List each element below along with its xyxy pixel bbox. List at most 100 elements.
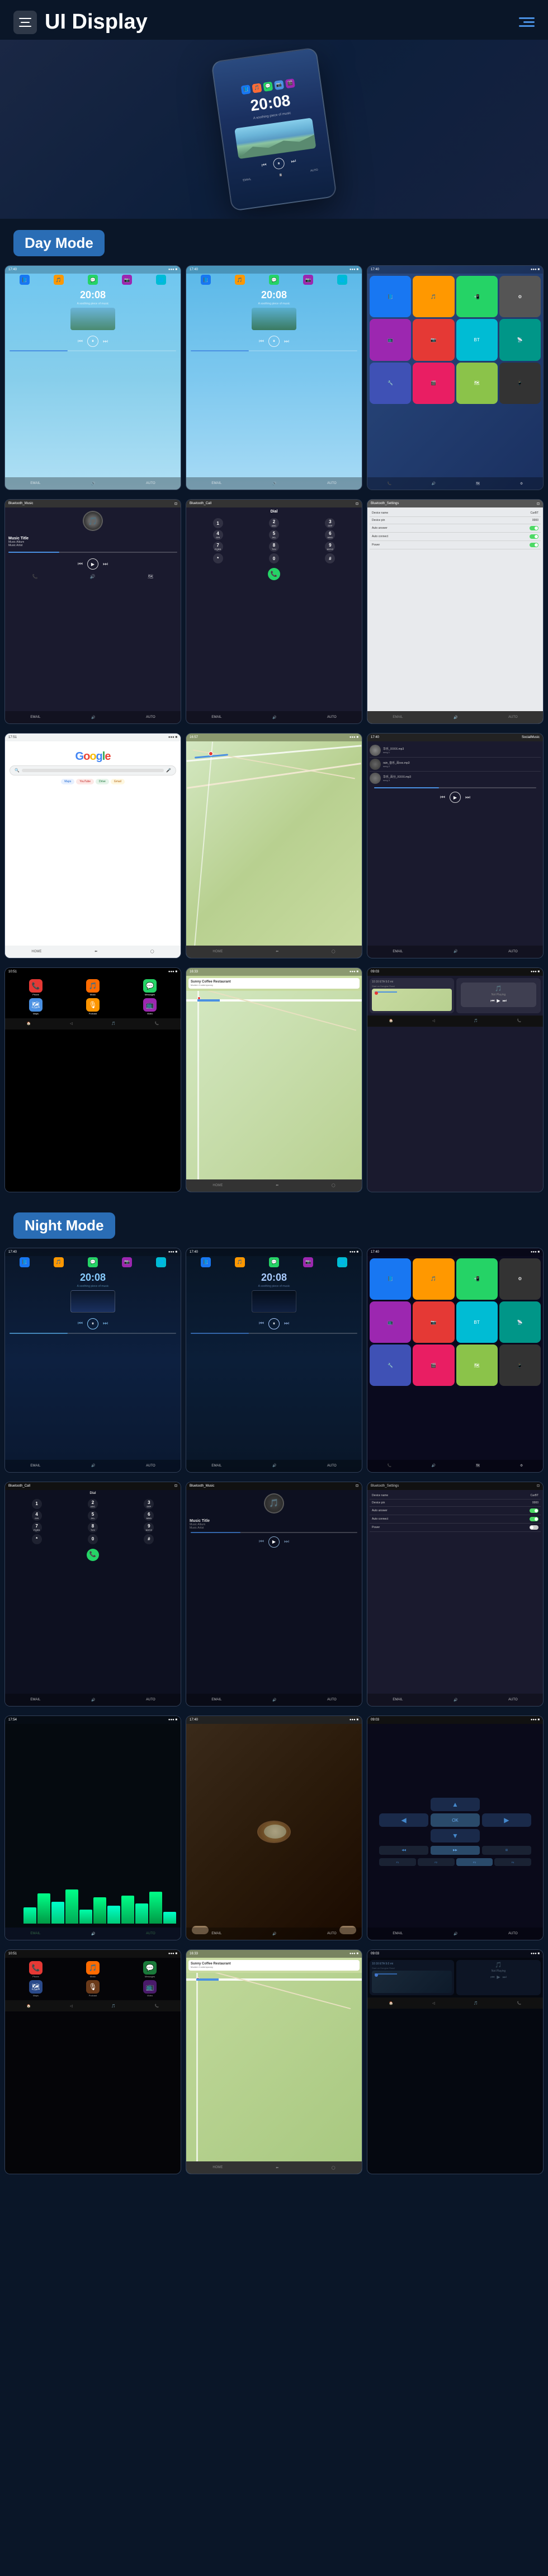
nav-down[interactable]: ▼ <box>431 1829 480 1842</box>
header: UI Display <box>0 0 548 40</box>
night-row-2: Bluetooth_Call⊡ Dial 1 2ABC 3DEF 4GHI 5J… <box>0 1482 548 1707</box>
page-title: UI Display <box>45 10 148 34</box>
night-row-4: 10:51●●● ■ 📞 Phone 🎵 Music 💬 Messages <box>0 1949 548 2174</box>
night-waveform-screen[interactable]: 17:54●●● ■ <box>4 1715 181 1940</box>
day-social-content: 17:40SocialMusic 华乐_XXXX.mp3 song 1 rain… <box>367 734 543 957</box>
hero-device-screen: 📘 🎵 💬 📷 🎬 20:08 A soothing piece of musi… <box>212 48 336 210</box>
day-call-screen[interactable]: Bluetooth_Call⊡ Dial 12ABC3DEF 4GHI5JKL6… <box>186 499 362 724</box>
music-controls-day: ⏮ ▶ ⏭ <box>5 558 181 570</box>
day-nav-content: 16:33●●● ■ Sunny Coffee Restaurant Moder… <box>186 968 362 1192</box>
night-app-grid-screen: 17:40●●● ■ 📘 🎵 📲 ⚙ 📺 📷 BT 📡 🔧 🎬 🗺 📱 <box>367 1248 543 1472</box>
night-mode-label: Night Mode <box>13 1212 115 1239</box>
bottom-bar-1: EMAIL🔊AUTO <box>5 477 181 490</box>
status-bar-1: 17:40●●● ■ <box>5 266 181 274</box>
night-row-1: 17:40●●● ■ 📘 🎵 💬 📷 🌐 20:08 A soothing pi… <box>0 1248 548 1473</box>
hero-controls: ⏮ ⏸ ⏭ <box>261 156 296 171</box>
dial-pad-day: 12ABC3DEF 4GHI5JKL6MNO 7PQRS8TUV9WXYZ *0… <box>186 516 362 566</box>
nav-left[interactable]: ◀ <box>379 1813 428 1827</box>
bt-settings-list: Device name CarBT Device pin 0000 Auto a… <box>367 507 543 552</box>
day-row-2: Bluetooth_Music⊡ 🎵 Music Title Music Alb… <box>0 499 548 724</box>
player-controls-2: ⏮ ⏸ ⏭ <box>186 336 362 347</box>
night-call-content: Bluetooth_Call⊡ Dial 1 2ABC 3DEF 4GHI 5J… <box>5 1482 181 1706</box>
day-carplay-nav[interactable]: 09:03●●● ■ 10:16 ETA 9.0 mi Start on Don… <box>367 967 544 1192</box>
night-carplay-nav[interactable]: 09:03●●● ■ 10:16 ETA 9.0 mi Start on Don… <box>367 1949 544 2174</box>
night-bt-content: Bluetooth_Settings⊡ Device name CarBT De… <box>367 1482 543 1706</box>
day-mode-label: Day Mode <box>13 230 105 256</box>
home-time-1: 20:08 <box>5 289 181 301</box>
nav-ok[interactable]: OK <box>431 1813 480 1827</box>
night-home-2[interactable]: 17:40●●● ■ 📘 🎵 💬 📷 🌐 20:08 A soothing pi… <box>186 1248 362 1473</box>
day-google-content: 17:51●●● ■ Google 🔍 🎤 Maps YouTube Drive <box>5 734 181 957</box>
day-home-2[interactable]: 17:40●●● ■ 📘 🎵 💬 📷 🌐 20:08 A soothing pi… <box>186 265 362 490</box>
night-dark-nav[interactable]: 09:03●●● ■ ▲ ◀ OK ▶ ▼ <box>367 1715 544 1940</box>
menu-icon[interactable] <box>13 11 37 34</box>
night-carplay-nav-content: 09:03●●● ■ 10:16 ETA 9.0 mi Start on Don… <box>367 1950 543 2174</box>
night-bt-settings[interactable]: Bluetooth_Settings⊡ Device name CarBT De… <box>367 1482 544 1707</box>
night-row-3: 17:54●●● ■ <box>0 1715 548 1940</box>
night-map-nav[interactable]: 16:33●●● ■ Sunny Coffee Restaurant Moder… <box>186 1949 362 2174</box>
day-home-1-screen: 17:40●●● ■ 📘 🎵 💬 📷 🌐 20:08 A soothing pi… <box>5 266 181 490</box>
day-app-grid[interactable]: 17:40●●● ■ 📘 🎵 📲 ⚙ 📺 📷 BT 📡 🔧 🎬 🗺 📱 <box>367 265 544 490</box>
status-bar-2: 17:40●●● ■ <box>186 266 362 274</box>
day-music-content: Bluetooth_Music⊡ 🎵 Music Title Music Alb… <box>5 500 181 723</box>
not-playing: 🎵 Not Playing ⏮ ▶ ⏭ <box>461 983 536 1007</box>
hero-time: 20:08 <box>249 91 291 115</box>
day-music-screen[interactable]: Bluetooth_Music⊡ 🎵 Music Title Music Alb… <box>4 499 181 724</box>
extra-btn-1[interactable]: ◀◀ <box>379 1846 428 1855</box>
night-call-screen[interactable]: Bluetooth_Call⊡ Dial 1 2ABC 3DEF 4GHI 5J… <box>4 1482 181 1707</box>
night-home-1[interactable]: 17:40●●● ■ 📘 🎵 💬 📷 🌐 20:08 A soothing pi… <box>4 1248 181 1473</box>
night-music-content: Bluetooth_Music⊡ 🎵 Music Title Music Alb… <box>186 1482 362 1706</box>
night-home-2-screen: 17:40●●● ■ 📘 🎵 💬 📷 🌐 20:08 A soothing pi… <box>186 1248 362 1472</box>
night-carplay-home[interactable]: 10:51●●● ■ 📞 Phone 🎵 Music 💬 Messages <box>4 1949 181 2174</box>
coffee-card-night: Sunny Coffee Restaurant Modern Contempor… <box>188 1960 360 1971</box>
nav-up[interactable]: ▲ <box>431 1798 480 1811</box>
header-left: UI Display <box>13 10 148 34</box>
day-map-screen[interactable]: 16:57●●● ■ 16:18 ETA 9.0 mi GO <box>186 733 362 958</box>
ctrl-btn-2[interactable]: F2 <box>418 1858 455 1866</box>
hero-play-button[interactable]: ⏸ <box>272 157 285 170</box>
header-decoration <box>519 17 535 27</box>
day-home-1[interactable]: 17:40●●● ■ 📘 🎵 💬 📷 🌐 20:08 A soothing pi… <box>4 265 181 490</box>
player-controls-1: ⏮ ⏸ ⏭ <box>5 336 181 347</box>
night-dark-nav-content: 09:03●●● ■ ▲ ◀ OK ▶ ▼ <box>367 1716 543 1940</box>
night-mode-section: Night Mode 17:40●●● ■ 📘 🎵 💬 📷 🌐 20:08 A … <box>0 1201 548 2175</box>
day-carplay-home[interactable]: 10:51●●● ■ 📞 Phone 🎵 Music 💬 Messages <box>4 967 181 1192</box>
day-app-grid-screen: 17:40●●● ■ 📘 🎵 📲 ⚙ 📺 📷 BT 📡 🔧 🎬 🗺 📱 <box>367 266 543 490</box>
day-row-4: 10:51●●● ■ 📞 Phone 🎵 Music 💬 Messages <box>0 967 548 1192</box>
day-bt-settings[interactable]: Bluetooth_Settings⊡ Device name CarBT De… <box>367 499 544 724</box>
day-google-screen[interactable]: 17:51●●● ■ Google 🔍 🎤 Maps YouTube Drive <box>4 733 181 958</box>
day-navigation[interactable]: 16:33●●● ■ Sunny Coffee Restaurant Moder… <box>186 967 362 1192</box>
day-carplay-nav-content: 09:03●●● ■ 10:16 ETA 9.0 mi Start on Don… <box>367 968 543 1192</box>
night-map-nav-content: 16:33●●● ■ Sunny Coffee Restaurant Moder… <box>186 1950 362 2174</box>
nav-right[interactable]: ▶ <box>482 1813 531 1827</box>
night-food-screen[interactable]: 17:40●●● ■ EMAIL🔊AUTO <box>186 1715 362 1940</box>
night-music-screen[interactable]: Bluetooth_Music⊡ 🎵 Music Title Music Alb… <box>186 1482 362 1707</box>
night-food-content: 17:40●●● ■ EMAIL🔊AUTO <box>186 1716 362 1940</box>
day-bt-settings-content: Bluetooth_Settings⊡ Device name CarBT De… <box>367 500 543 723</box>
hero-device: 📘 🎵 💬 📷 🎬 20:08 A soothing piece of musi… <box>211 47 337 211</box>
day-social-music[interactable]: 17:40SocialMusic 华乐_XXXX.mp3 song 1 rain… <box>367 733 544 958</box>
dial-pad-night: 1 2ABC 3DEF 4GHI 5JKL 6MNO 7PQRS 8TUV 9W… <box>5 1497 181 1546</box>
ctrl-btn-4[interactable]: F4 <box>494 1858 531 1866</box>
music-info-night: Music Title Music Album Music Artist <box>186 1517 362 1532</box>
extra-btn-3[interactable]: ⊞ <box>482 1846 531 1855</box>
album-art-day: 🎵 <box>83 511 103 531</box>
bottom-bar-2: EMAIL🔊AUTO <box>186 477 362 490</box>
music-info-day: Music Title Music Album Music Artist <box>5 534 181 549</box>
day-home-2-screen: 17:40●●● ■ 📘 🎵 💬 📷 🌐 20:08 A soothing pi… <box>186 266 362 490</box>
ctrl-btn-1[interactable]: F1 <box>379 1858 416 1866</box>
extra-btn-2[interactable]: ▶▶ <box>431 1846 480 1855</box>
day-call-content: Bluetooth_Call⊡ Dial 12ABC3DEF 4GHI5JKL6… <box>186 500 362 723</box>
night-home-1-screen: 17:40●●● ■ 📘 🎵 💬 📷 🌐 20:08 A soothing pi… <box>5 1248 181 1472</box>
album-art-night: 🎵 <box>264 1493 284 1513</box>
day-carplay-content: 10:51●●● ■ 📞 Phone 🎵 Music 💬 Messages <box>5 968 181 1192</box>
ctrl-btn-3[interactable]: F3 <box>456 1858 493 1866</box>
day-mode-section: Day Mode 17:40●●● ■ 📘 🎵 💬 📷 🌐 20:08 A so… <box>0 219 548 1192</box>
day-map-content: 16:57●●● ■ 16:18 ETA 9.0 mi GO <box>186 734 362 957</box>
night-app-grid[interactable]: 17:40●●● ■ 📘 🎵 📲 ⚙ 📺 📷 BT 📡 🔧 🎬 🗺 📱 <box>367 1248 544 1473</box>
map-visual-day <box>186 741 362 948</box>
hero-section: 📘 🎵 💬 📷 🎬 20:08 A soothing piece of musi… <box>0 40 548 219</box>
day-row-1: 17:40●●● ■ 📘 🎵 💬 📷 🌐 20:08 A soothing pi… <box>0 265 548 490</box>
night-carplay-content: 10:51●●● ■ 📞 Phone 🎵 Music 💬 Messages <box>5 1950 181 2174</box>
coffee-shop-card: Sunny Coffee Restaurant Modern Contempor… <box>188 978 360 989</box>
